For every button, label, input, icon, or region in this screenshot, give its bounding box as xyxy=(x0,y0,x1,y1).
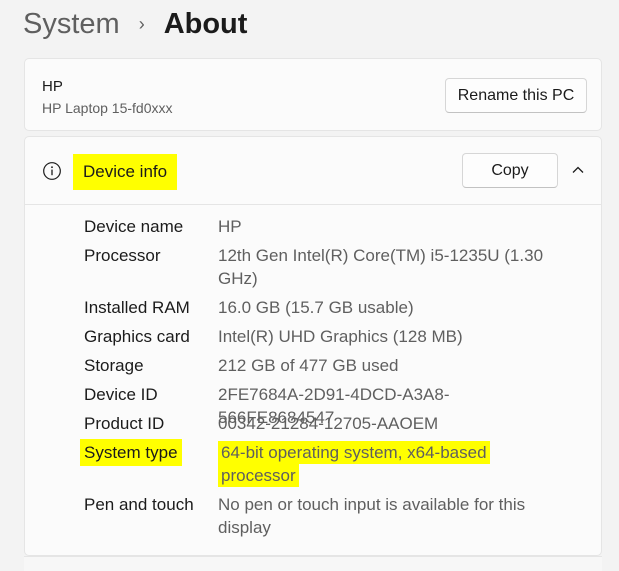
info-icon xyxy=(43,162,61,180)
rename-pc-button[interactable]: Rename this PC xyxy=(445,78,587,113)
device-info-header[interactable]: Device info Copy xyxy=(25,137,601,205)
breadcrumb-system[interactable]: System xyxy=(23,6,120,42)
spec-label: Installed RAM xyxy=(84,298,190,317)
spec-value: 00342-21284-12705-AAOEM xyxy=(218,414,439,433)
spec-label: Graphics card xyxy=(84,327,190,346)
spec-label: Pen and touch xyxy=(84,495,194,514)
device-info-title: Device info xyxy=(73,154,178,190)
spec-label: System type xyxy=(80,439,182,466)
spec-value: 16.0 GB (15.7 GB usable) xyxy=(218,298,414,317)
spec-value: No pen or touch input is available for t… xyxy=(218,495,526,537)
spec-label: Processor xyxy=(84,246,161,265)
chevron-up-icon[interactable] xyxy=(571,163,585,177)
spec-label: Storage xyxy=(84,356,144,375)
device-info-card: Device info Copy Device name HP Processo… xyxy=(24,136,602,556)
spec-label: Device name xyxy=(84,217,184,236)
spec-value: 212 GB of 477 GB used xyxy=(218,356,399,375)
page-title: About xyxy=(163,8,248,40)
pc-name-card: HP HP Laptop 15-fd0xxx Rename this PC xyxy=(24,58,602,131)
pc-model: HP Laptop 15-fd0xxx xyxy=(42,100,173,116)
breadcrumb-separator: › xyxy=(138,14,145,34)
spec-value: 12th Gen Intel(R) Core(TM) i5-1235U (1.3… xyxy=(218,246,544,288)
pc-name: HP xyxy=(42,78,63,95)
breadcrumb: System › About xyxy=(23,4,247,44)
spec-label: Device ID xyxy=(84,385,158,404)
copy-button[interactable]: Copy xyxy=(462,153,558,188)
spec-value: 64-bit operating system, x64-based proce… xyxy=(213,439,513,489)
spec-value: Intel(R) UHD Graphics (128 MB) xyxy=(218,327,463,346)
spec-label: Product ID xyxy=(84,414,165,433)
spec-value: HP xyxy=(218,217,242,236)
spec-value-highlight: 64-bit operating system, x64-based proce… xyxy=(218,441,490,487)
